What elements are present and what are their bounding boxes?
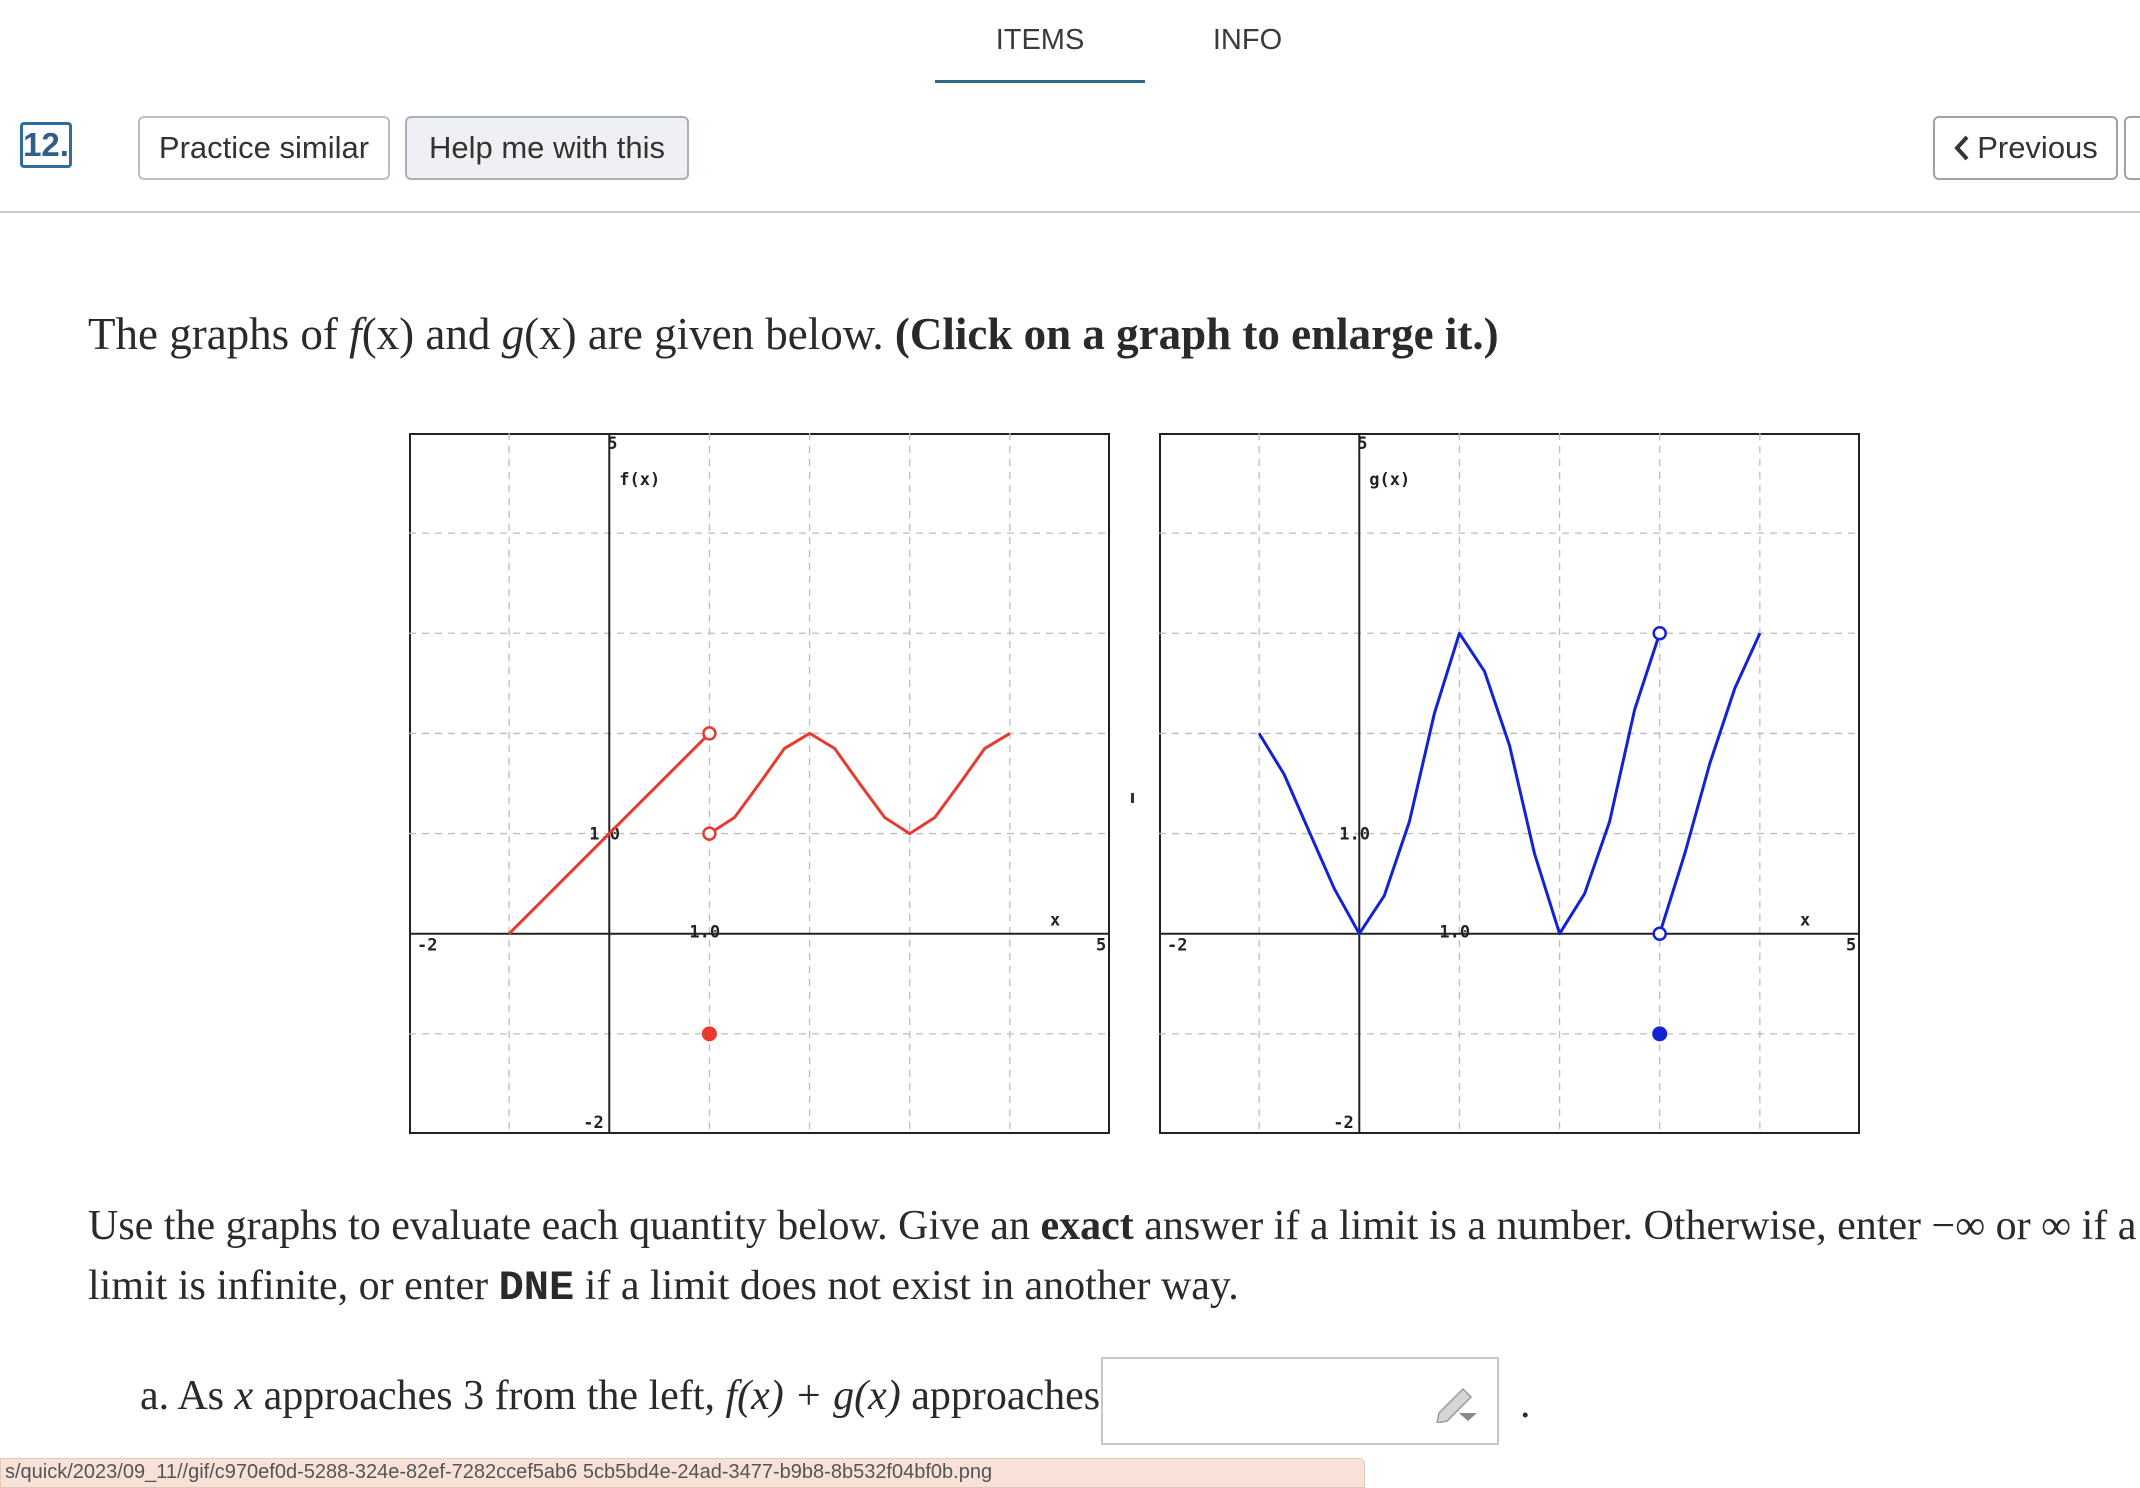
part-a-prompt: a. As x approaches 3 from the left, f(x)… xyxy=(140,1373,1101,1419)
function-label: g(x) xyxy=(1369,470,1410,490)
open-point xyxy=(702,726,717,741)
status-url: s/quick/2023/09_11//gif/c970ef0d-5288-32… xyxy=(0,1458,1365,1488)
tab-items[interactable]: ITEMS xyxy=(935,24,1145,57)
chevron-left-icon xyxy=(1954,135,1969,161)
previous-label: Previous xyxy=(1977,130,2098,165)
graph-g[interactable]: -2 5 5 -2 1.0 1.0 g(x) x xyxy=(1159,433,1860,1134)
y-max-label: 5 xyxy=(1357,434,1367,454)
active-tab-indicator xyxy=(935,80,1145,83)
practice-similar-label: Practice similar xyxy=(158,130,370,165)
x-min-label: -2 xyxy=(1167,936,1187,956)
function-label: f(x) xyxy=(619,470,660,490)
closed-point xyxy=(1652,1026,1668,1042)
y-max-label: 5 xyxy=(607,434,617,454)
open-point xyxy=(1652,626,1667,641)
separator-mark xyxy=(1131,793,1134,803)
open-point xyxy=(1652,926,1667,941)
tab-info[interactable]: INFO xyxy=(1150,24,1345,57)
pencil-icon[interactable] xyxy=(1433,1383,1479,1423)
x-min-label: -2 xyxy=(417,936,437,956)
closed-point xyxy=(701,1026,717,1042)
part-a-answer-input[interactable] xyxy=(1101,1357,1499,1445)
answer-period: . xyxy=(1520,1381,1531,1427)
toolbar-divider xyxy=(0,211,2140,213)
help-me-button[interactable]: Help me with this xyxy=(405,116,689,180)
x-max-label: 5 xyxy=(1846,936,1856,956)
y-min-label: -2 xyxy=(583,1113,603,1133)
y-unit-label: 1.0 xyxy=(1339,825,1370,845)
practice-similar-button[interactable]: Practice similar xyxy=(138,116,390,180)
help-me-label: Help me with this xyxy=(428,130,666,165)
open-point xyxy=(702,826,717,841)
next-button[interactable] xyxy=(2124,116,2140,180)
x-unit-label: 1.0 xyxy=(689,923,720,943)
question-number: 12. xyxy=(20,122,72,168)
instructions: Use the graphs to evaluate each quantity… xyxy=(88,1203,2137,1312)
graph-f[interactable]: -2 55-21.01.0f(x)x xyxy=(409,433,1110,1134)
y-min-label: -2 xyxy=(1333,1113,1353,1133)
x-axis-label: x xyxy=(1050,911,1060,931)
question-intro: The graphs of f(x) and g(x) are given be… xyxy=(88,309,1499,359)
x-unit-label: 1.0 xyxy=(1439,923,1470,943)
x-max-label: 5 xyxy=(1096,936,1106,956)
previous-button[interactable]: Previous xyxy=(1933,116,2118,180)
graph-frame xyxy=(1159,433,1860,1134)
x-axis-label: x xyxy=(1800,911,1810,931)
